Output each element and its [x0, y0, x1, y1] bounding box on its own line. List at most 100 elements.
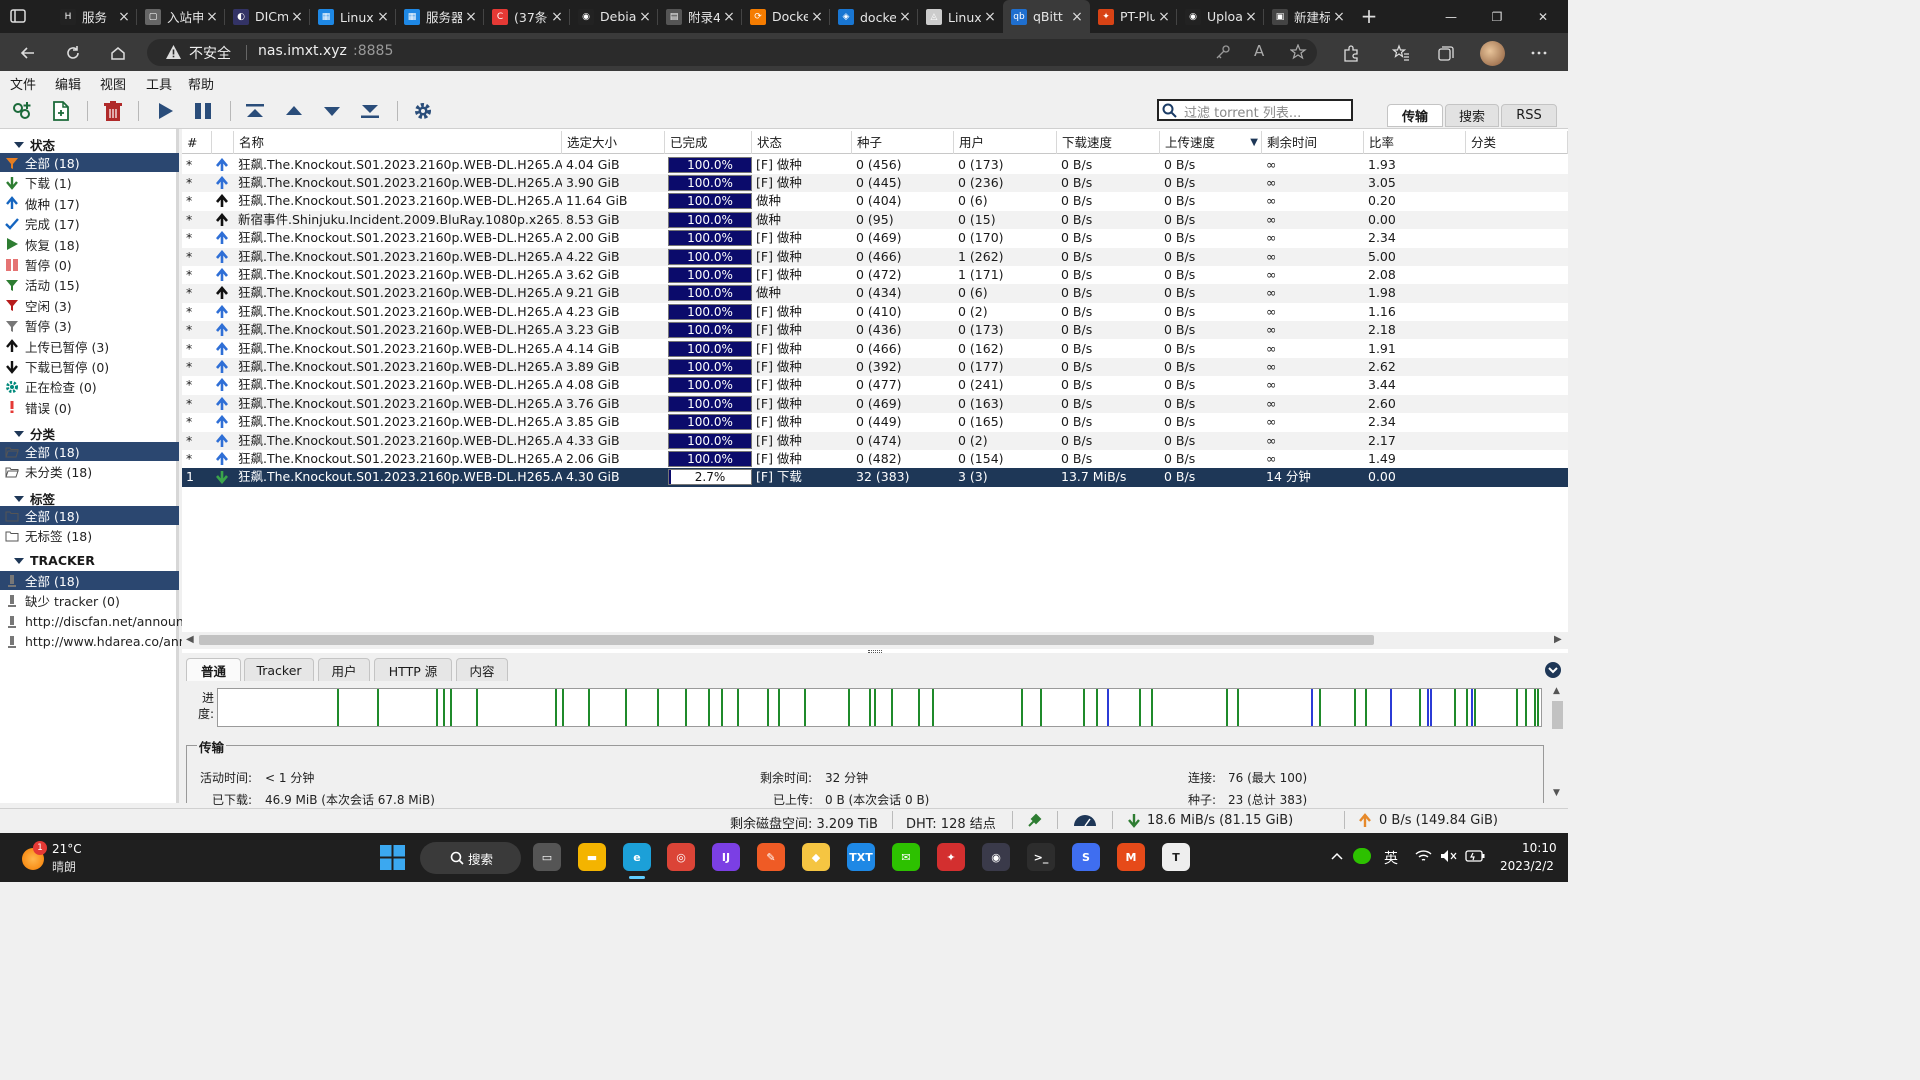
status-filter-item[interactable]: 正在检查 (0) — [0, 377, 179, 396]
expand-arrow-icon[interactable] — [14, 494, 24, 504]
profile-avatar[interactable] — [1480, 41, 1505, 66]
browser-tab[interactable]: ⟳ Docker C× — [742, 0, 830, 33]
column-header[interactable]: 状态 — [752, 131, 852, 154]
tab-close-icon[interactable]: × — [203, 9, 221, 25]
browser-tab[interactable]: ◈ docker编× — [830, 0, 918, 33]
warning-icon[interactable] — [165, 44, 182, 61]
back-button[interactable] — [13, 39, 43, 66]
table-row[interactable]: * 狂飙.The.Knockout.S01.2023.2160p.WEB-DL.H… — [182, 376, 1568, 394]
pt-plugin-icon[interactable]: ✦ — [937, 843, 965, 871]
status-filter-item[interactable]: 恢复 (18) — [0, 235, 179, 254]
tab-close-icon[interactable]: × — [636, 9, 654, 25]
browser-tab[interactable]: C (37条消× — [484, 0, 570, 33]
status-filter-item[interactable]: 下载 (1) — [0, 173, 179, 192]
tab-close-icon[interactable]: × — [1242, 9, 1260, 25]
move-down-button[interactable] — [320, 99, 344, 123]
move-up-button[interactable] — [282, 99, 306, 123]
clock-date[interactable]: 2023/2/2 — [1500, 859, 1554, 873]
status-filter-item[interactable]: 上传已暂停 (3) — [0, 337, 179, 356]
table-row[interactable]: * 狂飙.The.Knockout.S01.2023.2160p.WEB-DL.H… — [182, 340, 1568, 358]
tab-close-icon[interactable]: × — [720, 9, 738, 25]
column-header[interactable]: 已完成 — [665, 131, 752, 154]
refresh-button[interactable] — [58, 39, 88, 66]
panel-collapse-icon[interactable] — [1545, 662, 1561, 678]
browser-tab[interactable]: ▣ 新建标签× — [1264, 0, 1352, 33]
more-menu-button[interactable] — [1524, 39, 1554, 66]
collections-button[interactable] — [1431, 39, 1461, 66]
column-header[interactable] — [212, 131, 234, 154]
table-row[interactable]: * 狂飙.The.Knockout.S01.2023.2160p.WEB-DL.H… — [182, 431, 1568, 450]
browser-tab[interactable]: ◉ Debian-F× — [570, 0, 658, 33]
tab-close-icon[interactable]: × — [548, 9, 566, 25]
resume-button[interactable] — [153, 99, 177, 123]
taskbar-search[interactable]: 搜索 — [420, 842, 521, 874]
status-header[interactable]: 状态 — [14, 135, 55, 154]
table-row[interactable]: * 狂飙.The.Knockout.S01.2023.2160p.WEB-DL.H… — [182, 266, 1568, 284]
volume-muted-icon[interactable] — [1440, 849, 1457, 863]
weather-widget[interactable]: 1 21°C 晴朗 — [20, 841, 100, 874]
scrollbar-thumb[interactable] — [1552, 701, 1563, 729]
column-header[interactable]: 下载速度 — [1057, 131, 1160, 154]
table-row[interactable]: * 狂飙.The.Knockout.S01.2023.2160p.WEB-DL.H… — [182, 247, 1568, 266]
options-button[interactable] — [411, 99, 435, 123]
menu-item-3[interactable]: 工具 — [146, 74, 172, 93]
task-view-icon[interactable]: ▭ — [533, 843, 561, 871]
table-row[interactable]: 1 狂飙.The.Knockout.S01.2023.2160p.WEB-DL.H… — [182, 468, 1568, 487]
tag-filter-item[interactable]: 无标签 (18) — [0, 526, 179, 545]
status-filter-item[interactable]: 活动 (15) — [0, 275, 179, 294]
workspace-icon[interactable] — [10, 8, 26, 24]
column-header[interactable]: 分类 — [1466, 131, 1568, 154]
tracker-header[interactable]: TRACKER — [14, 553, 95, 568]
expand-arrow-icon[interactable] — [14, 140, 24, 150]
notepad-icon[interactable]: TXT — [847, 843, 875, 871]
delete-button[interactable] — [101, 99, 125, 123]
browser-tab[interactable]: ◐ DICmusic× — [225, 0, 310, 33]
torrent-filter-input[interactable]: 过滤 torrent 列表... — [1157, 99, 1353, 121]
tab-close-icon[interactable]: × — [462, 9, 480, 25]
security-label[interactable]: 不安全 — [189, 43, 231, 63]
tray-chevron-icon[interactable] — [1330, 849, 1344, 863]
column-header[interactable]: 名称 — [234, 131, 562, 154]
menu-item-4[interactable]: 帮助 — [188, 74, 214, 93]
status-filter-item[interactable]: 完成 (17) — [0, 214, 179, 233]
status-filter-item[interactable]: 做种 (17) — [0, 194, 179, 213]
table-row[interactable]: * 狂飙.The.Knockout.S01.2023.2160p.WEB-DL.H… — [182, 229, 1568, 247]
browser-tab[interactable]: ✦ PT-Plugi× — [1090, 0, 1177, 33]
new-tab-button[interactable]: + — [1358, 6, 1380, 28]
browser-tab[interactable]: ▢ 入站申请× — [137, 0, 225, 33]
clock-time[interactable]: 10:10 — [1522, 841, 1557, 855]
wifi-icon[interactable] — [1415, 849, 1432, 863]
horizontal-scrollbar[interactable]: ◀ ▶ — [182, 632, 1568, 649]
column-header[interactable]: # — [182, 131, 212, 154]
speed-limit-icon[interactable] — [1072, 812, 1098, 828]
browser-tab[interactable]: qb qBitt × — [1003, 0, 1090, 33]
terminal-icon[interactable]: >_ — [1027, 843, 1055, 871]
table-row[interactable]: * 狂飙.The.Knockout.S01.2023.2160p.WEB-DL.H… — [182, 173, 1568, 193]
table-row[interactable]: * 狂飙.The.Knockout.S01.2023.2160p.WEB-DL.H… — [182, 303, 1568, 321]
column-header[interactable]: 上传速度 ▼ — [1160, 131, 1262, 154]
obs-icon[interactable]: ◉ — [982, 843, 1010, 871]
table-row[interactable]: * 新宿事件.Shinjuku.Incident.2009.BluRay.1080… — [182, 210, 1568, 230]
start-button[interactable] — [380, 845, 405, 870]
wechat-icon[interactable]: ✉ — [892, 843, 920, 871]
table-row[interactable]: * 狂飙.The.Knockout.S01.2023.2160p.WEB-DL.H… — [182, 192, 1568, 210]
typora-icon[interactable]: T — [1162, 843, 1190, 871]
details-tab[interactable]: 用户 — [318, 658, 370, 681]
scroll-up-arrow-icon[interactable]: ▲ — [1553, 686, 1560, 696]
scroll-right-arrow-icon[interactable]: ▶ — [1554, 634, 1562, 645]
app-icon[interactable]: ◆ — [802, 843, 830, 871]
read-aloud-icon[interactable]: A — [1254, 42, 1264, 60]
status-filter-item[interactable]: 暂停 (3) — [0, 316, 179, 335]
scrollbar-thumb[interactable] — [199, 635, 1374, 645]
key-icon[interactable] — [1215, 44, 1231, 60]
url-host[interactable]: nas.imxt.xyz — [258, 43, 347, 59]
table-row[interactable]: * 狂飙.The.Knockout.S01.2023.2160p.WEB-DL.H… — [182, 450, 1568, 468]
expand-arrow-icon[interactable] — [14, 556, 24, 566]
jetbrains-icon[interactable]: IJ — [712, 843, 740, 871]
menu-item-2[interactable]: 视图 — [100, 74, 126, 93]
expand-arrow-icon[interactable] — [14, 429, 24, 439]
status-filter-item[interactable]: 全部 (18) — [0, 153, 179, 172]
table-row[interactable]: * 狂飙.The.Knockout.S01.2023.2160p.WEB-DL.H… — [182, 394, 1568, 414]
details-tab[interactable]: 普通 — [186, 658, 241, 681]
favorites-button[interactable] — [1386, 39, 1416, 66]
